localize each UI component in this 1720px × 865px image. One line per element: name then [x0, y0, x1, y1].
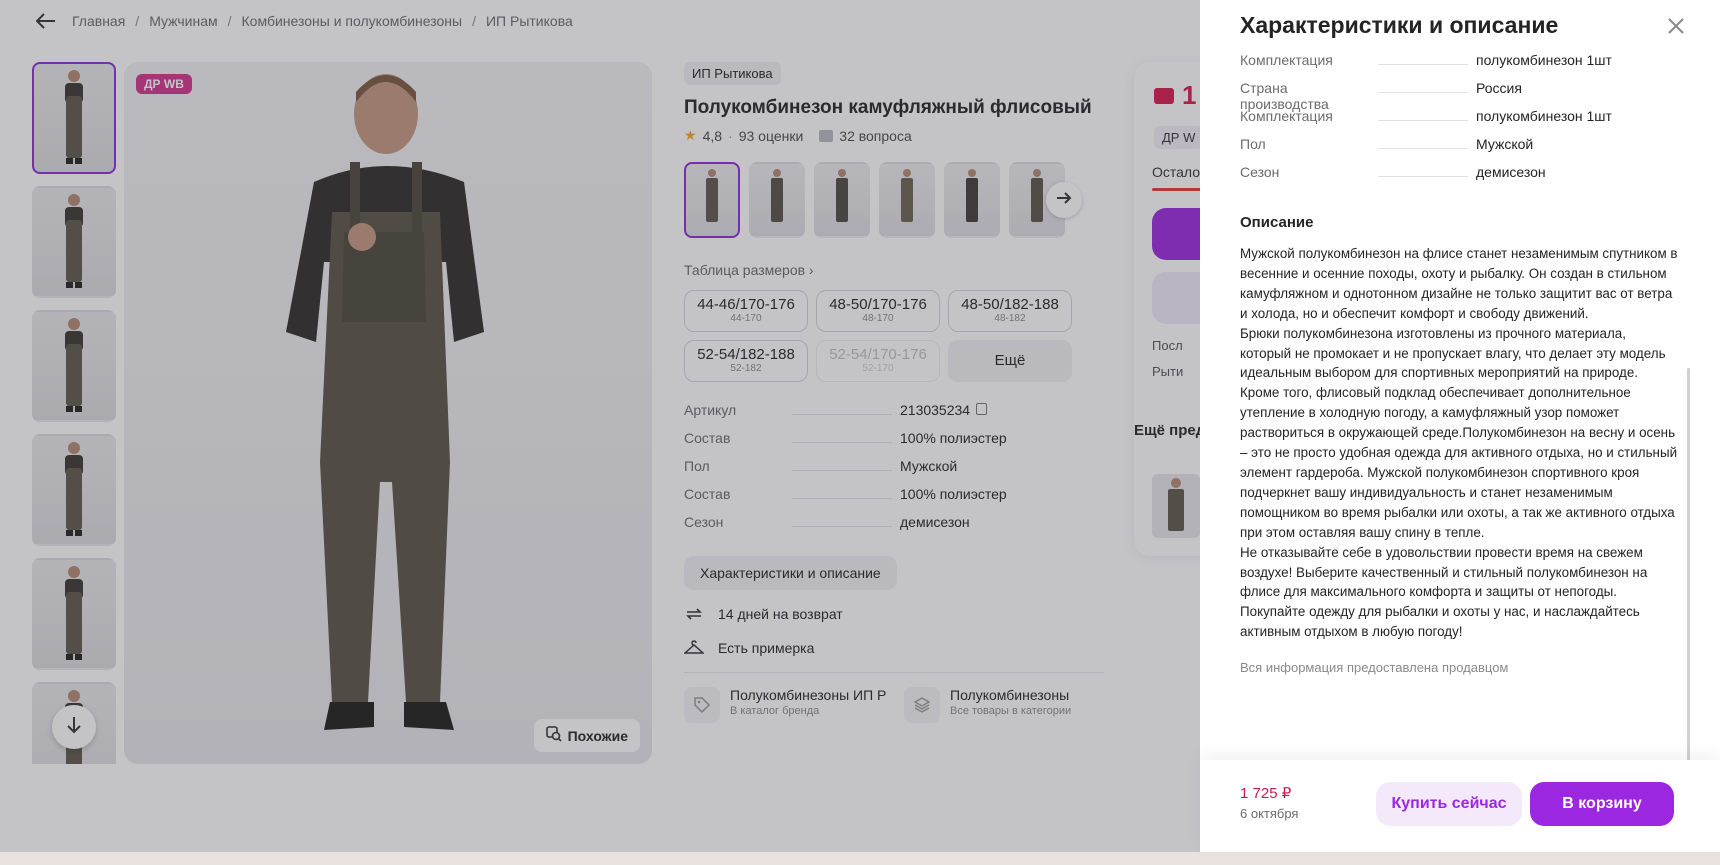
panel-property-row: Сезон демисезон	[1240, 164, 1546, 180]
description-text: Мужской полукомбинезон на флисе станет н…	[1240, 246, 1678, 640]
panel-property-row: Комплектация полукомбинезон 1шт	[1240, 108, 1612, 124]
panel-title: Характеристики и описание	[1240, 12, 1559, 38]
characteristics-panel: Характеристики и описание Комплектация по…	[1200, 0, 1720, 852]
panel-content: Комплектация полукомбинезон 1шт Страна пр…	[1240, 52, 1680, 752]
page-dim-overlay[interactable]	[0, 0, 1200, 865]
panel-property-row: Пол Мужской	[1240, 136, 1534, 152]
panel-footer: 1 725 ₽ 6 октября Купить сейчас В корзин…	[1200, 760, 1720, 852]
add-to-cart-button[interactable]: В корзину	[1530, 782, 1674, 826]
delivery-date: 6 октября	[1240, 806, 1299, 821]
seller-note: Вся информация предоставлена продавцом	[1240, 660, 1509, 676]
close-button[interactable]	[1664, 16, 1688, 40]
panel-property-row: Страна производства Россия	[1240, 80, 1522, 112]
buy-now-button[interactable]: Купить сейчас	[1376, 782, 1522, 826]
product-page: Главная / Мужчинам / Комбинезоны и полук…	[0, 0, 1720, 865]
browser-bottom-strip	[0, 852, 1720, 865]
close-icon	[1667, 17, 1685, 40]
panel-property-row: Комплектация полукомбинезон 1шт	[1240, 52, 1612, 68]
footer-price: 1 725 ₽	[1240, 785, 1292, 802]
description-heading: Описание	[1240, 214, 1314, 231]
panel-scrollbar[interactable]	[1687, 368, 1690, 762]
